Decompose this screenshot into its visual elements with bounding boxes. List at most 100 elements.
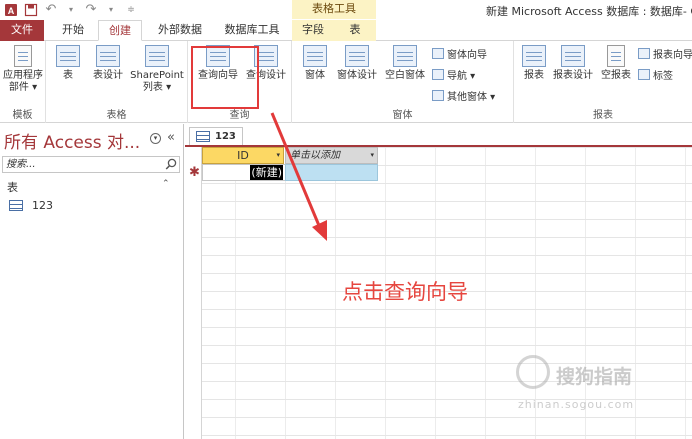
- form-design-label: 窗体设计: [337, 70, 377, 81]
- tab-home[interactable]: 开始: [54, 20, 92, 41]
- labels-icon: [638, 69, 650, 80]
- application-parts-button[interactable]: 应用程序 部件 ▾: [2, 45, 44, 94]
- annotation-text: 点击查询向导: [342, 280, 468, 304]
- application-parts-label-2: 部件 ▾: [8, 82, 38, 93]
- table-design-button[interactable]: 表设计: [90, 45, 126, 82]
- more-forms-button[interactable]: 其他窗体 ▾: [432, 88, 495, 103]
- table-icon: [56, 45, 80, 67]
- access-logo-icon: A: [4, 3, 18, 17]
- sharepoint-lists-button[interactable]: SharePoint 列表 ▾: [128, 45, 186, 94]
- form-design-button[interactable]: 窗体设计: [334, 45, 380, 82]
- group-tables: 表 表设计 SharePoint 列表 ▾ 表格: [46, 41, 188, 123]
- table-icon: [196, 131, 210, 142]
- title-bar: A ↶ ▾ ↷ ▾ ≑ 表格工具 新建 Microsoft Access 数据库…: [0, 0, 692, 20]
- report-design-icon: [561, 45, 585, 67]
- save-icon[interactable]: [24, 3, 38, 17]
- cell-click-to-add[interactable]: [285, 164, 378, 181]
- context-group-table-tools: 表格工具: [292, 0, 376, 19]
- labels-button[interactable]: 标签: [638, 67, 673, 82]
- form-design-icon: [345, 45, 369, 67]
- search-icon[interactable]: [165, 158, 177, 170]
- blank-report-icon: [607, 45, 625, 67]
- redo-icon[interactable]: ↷: [84, 3, 98, 17]
- redo-dropdown-icon[interactable]: ▾: [104, 3, 118, 17]
- navigation-label: 导航 ▾: [447, 71, 476, 82]
- form-wizard-icon: [432, 48, 444, 59]
- report-wizard-label: 报表向导: [653, 50, 692, 61]
- blank-form-button[interactable]: 空白窗体: [382, 45, 428, 82]
- watermark-url: zhinan.sogou.com: [518, 398, 635, 411]
- document-tab-table[interactable]: 123: [189, 127, 243, 145]
- table-icon: [9, 199, 23, 211]
- tab-table[interactable]: 表: [334, 20, 376, 41]
- watermark-logo: [516, 355, 550, 389]
- table-button[interactable]: 表: [54, 45, 82, 82]
- column-header-click-to-add[interactable]: 单击以添加 ▾: [285, 147, 378, 164]
- more-forms-label: 其他窗体 ▾: [447, 92, 496, 103]
- ribbon: 应用程序 部件 ▾ 模板 表 表设计 SharePoint 列表 ▾ 表格 查询…: [0, 41, 692, 123]
- group-forms: 窗体 窗体设计 空白窗体 窗体向导 导航 ▾ 其他窗体 ▾ 窗体: [292, 41, 514, 123]
- cell-id-new[interactable]: (新建): [202, 164, 285, 181]
- table-design-icon: [96, 45, 120, 67]
- new-record-text: (新建): [250, 165, 283, 180]
- tab-create[interactable]: 创建: [98, 20, 142, 41]
- nav-pane-menu-icon[interactable]: ▾: [150, 133, 161, 144]
- tab-database-tools[interactable]: 数据库工具: [218, 20, 286, 41]
- navigation-button[interactable]: 导航 ▾: [432, 67, 475, 82]
- nav-search-box: [2, 156, 180, 173]
- blank-report-label: 空报表: [601, 70, 631, 81]
- form-button[interactable]: 窗体: [300, 45, 330, 82]
- group-reports-label: 报表: [593, 110, 613, 121]
- nav-section-tables[interactable]: 表: [7, 179, 18, 195]
- nav-search-input[interactable]: [3, 157, 153, 172]
- svg-text:A: A: [8, 6, 15, 16]
- record-selector-column: [185, 147, 202, 439]
- table-design-label: 表设计: [93, 70, 123, 81]
- group-templates-label: 模板: [12, 110, 33, 121]
- sharepoint-label-1: SharePoint: [130, 70, 184, 81]
- sharepoint-lists-icon: [145, 45, 169, 67]
- form-wizard-label: 窗体向导: [447, 50, 487, 61]
- form-wizard-button[interactable]: 窗体向导: [432, 46, 487, 61]
- group-tables-label: 表格: [106, 110, 127, 121]
- quick-access-toolbar: A ↶ ▾ ↷ ▾ ≑: [4, 2, 138, 18]
- watermark-text: 搜狗指南: [556, 366, 633, 388]
- report-wizard-icon: [638, 48, 650, 59]
- undo-dropdown-icon[interactable]: ▾: [64, 3, 78, 17]
- column-header-id[interactable]: ID ▾: [202, 147, 284, 164]
- navigation-icon: [432, 69, 444, 80]
- form-label: 窗体: [305, 70, 325, 81]
- nav-pane-collapse-icon[interactable]: «: [167, 130, 175, 145]
- query-wizard-highlight-box: [191, 46, 259, 109]
- application-parts-label-1: 应用程序: [3, 70, 43, 81]
- form-icon: [303, 45, 327, 67]
- new-record-star-icon: ✱: [189, 165, 200, 180]
- blank-form-icon: [393, 45, 417, 67]
- column-header-add-label: 单击以添加: [290, 150, 340, 161]
- document-tab-label: 123: [215, 131, 236, 142]
- undo-icon[interactable]: ↶: [44, 3, 58, 17]
- nav-item-table[interactable]: 123: [9, 196, 179, 214]
- group-reports: 报表 报表设计 空报表 报表向导 标签 报表: [514, 41, 692, 123]
- tab-external-data[interactable]: 外部数据: [150, 20, 210, 41]
- chevron-down-icon[interactable]: ▾: [370, 148, 374, 163]
- window-title: 新建 Microsoft Access 数据库 : 数据库- C: [486, 5, 692, 18]
- group-forms-label: 窗体: [392, 110, 413, 121]
- tab-fields[interactable]: 字段: [292, 20, 334, 41]
- column-header-id-label: ID: [237, 149, 249, 162]
- report-button[interactable]: 报表: [520, 45, 548, 82]
- customize-qat-icon[interactable]: ≑: [124, 3, 138, 17]
- chevron-down-icon[interactable]: ▾: [276, 148, 280, 163]
- collapse-section-icon[interactable]: ⌃: [162, 179, 170, 189]
- more-forms-icon: [432, 90, 444, 101]
- report-design-button[interactable]: 报表设计: [550, 45, 596, 82]
- navigation-pane: 所有 Access 对... ▾ « 表 ⌃ 123: [0, 124, 184, 439]
- nav-item-label: 123: [32, 198, 53, 212]
- labels-label: 标签: [653, 71, 673, 82]
- tab-file[interactable]: 文件: [0, 20, 44, 41]
- sharepoint-label-2: 列表 ▾: [142, 82, 172, 93]
- blank-report-button[interactable]: 空报表: [598, 45, 634, 82]
- report-wizard-button[interactable]: 报表向导: [638, 46, 692, 61]
- ribbon-tabs: 文件 开始 创建 外部数据 数据库工具 字段 表: [0, 20, 692, 41]
- nav-pane-title[interactable]: 所有 Access 对...: [4, 128, 140, 153]
